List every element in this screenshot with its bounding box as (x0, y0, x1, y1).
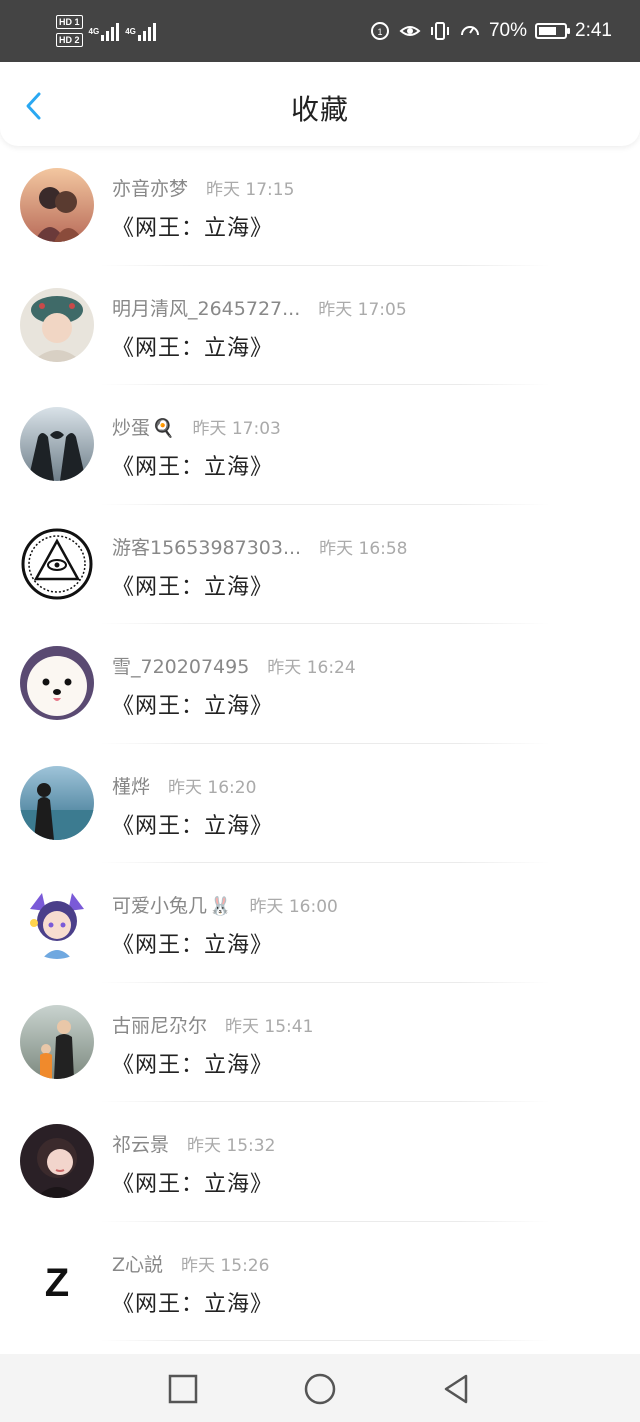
favorites-list: 亦音亦梦 昨天 17:15 《网王：立海》 明月清风_2645727... 昨天 17:… (0, 146, 640, 1341)
avatar[interactable] (20, 885, 94, 959)
favorite-row[interactable]: 炒蛋 🍳 昨天 17:03 《网王：立海》 (0, 385, 640, 505)
favorite-title[interactable]: 《网王：立海》 (112, 1166, 273, 1198)
network-type-2: 4G (125, 27, 136, 36)
row-meta: Z心説 昨天 15:26 (112, 1250, 269, 1277)
username[interactable]: Z心説 (112, 1250, 163, 1277)
favorite-row[interactable]: 明月清风_2645727... 昨天 17:05 《网王：立海》 (0, 266, 640, 385)
row-divider (100, 1340, 550, 1341)
avatar[interactable] (20, 1124, 94, 1198)
triangle-back-icon[interactable] (440, 1372, 474, 1406)
username[interactable]: 亦音亦梦 (112, 174, 188, 201)
avatar[interactable]: Z (20, 1243, 94, 1318)
favorite-row[interactable]: 祁云景 昨天 15:32 《网王：立海》 (0, 1102, 640, 1222)
row-meta: 雪_720207495 昨天 16:24 (112, 652, 356, 679)
row-meta: 祁云景 昨天 15:32 (112, 1130, 275, 1157)
favorite-row[interactable]: 亦音亦梦 昨天 17:15 《网王：立海》 (0, 146, 640, 266)
username[interactable]: 雪_720207495 (112, 652, 249, 679)
favorite-row[interactable]: 可爱小兔几 🐰 昨天 16:00 《网王：立海》 (0, 863, 640, 983)
system-nav-bar (0, 1354, 640, 1422)
battery-icon (535, 23, 571, 39)
avatar[interactable] (20, 168, 94, 242)
timestamp: 昨天 15:41 (225, 1016, 314, 1037)
favorite-title[interactable]: 《网王：立海》 (112, 808, 273, 840)
favorite-title[interactable]: 《网王：立海》 (112, 927, 273, 959)
username[interactable]: 槿烨 (112, 772, 150, 799)
timestamp: 昨天 17:05 (318, 299, 407, 320)
app-header: 收藏 (0, 62, 640, 146)
status-right: 1 70% 2:41 (369, 16, 612, 46)
signal-bars-icon (101, 21, 120, 41)
favorite-row[interactable]: 游客15653987303... 昨天 16:58 《网王：立海》 (0, 505, 640, 624)
username[interactable]: 明月清风_2645727... (112, 294, 300, 321)
favorite-row[interactable]: 古丽尼尕尔 昨天 15:41 《网王：立海》 (0, 983, 640, 1102)
favorite-title[interactable]: 《网王：立海》 (112, 330, 273, 362)
status-bar: HD 1 HD 2 4G 4G 1 70% 2:41 (0, 0, 640, 62)
page-title: 收藏 (290, 93, 349, 126)
timestamp: 昨天 15:26 (181, 1255, 270, 1276)
favorite-title[interactable]: 《网王：立海》 (112, 688, 273, 720)
row-meta: 游客15653987303... 昨天 16:58 (112, 533, 408, 560)
name-emoji: 🍳 (152, 418, 175, 439)
username[interactable]: 游客15653987303... (112, 533, 301, 560)
svg-text:1: 1 (377, 27, 382, 37)
circle-icon[interactable] (303, 1372, 337, 1406)
battery-percent: 70% (488, 20, 528, 41)
row-meta: 可爱小兔几 🐰 昨天 16:00 (112, 891, 338, 918)
signal-2: 4G (125, 21, 156, 41)
timestamp: 昨天 15:32 (187, 1136, 276, 1156)
avatar-letter: Z (45, 1261, 69, 1305)
username[interactable]: 可爱小兔几 (112, 891, 207, 918)
favorite-title[interactable]: 《网王：立海》 (112, 1286, 273, 1318)
hd2-badge: HD 2 (56, 33, 83, 47)
avatar[interactable] (20, 407, 94, 481)
square-icon[interactable] (166, 1372, 200, 1406)
username[interactable]: 祁云景 (112, 1130, 169, 1157)
favorite-row[interactable]: Z Z心説 昨天 15:26 《网王：立海》 (0, 1222, 640, 1341)
hd1-badge: HD 1 (56, 15, 83, 29)
row-meta: 炒蛋 🍳 昨天 17:03 (112, 413, 281, 440)
data-saver-icon: 1 (370, 22, 389, 40)
timestamp: 昨天 16:58 (319, 538, 408, 559)
signal-indicators: HD 1 HD 2 4G 4G (56, 12, 156, 50)
eye-icon (399, 26, 421, 36)
clock: 2:41 (575, 20, 612, 41)
timestamp: 昨天 17:15 (206, 180, 295, 200)
vibrate-icon (430, 22, 449, 40)
avatar[interactable] (20, 646, 94, 720)
favorite-title[interactable]: 《网王：立海》 (112, 449, 273, 481)
username[interactable]: 古丽尼尕尔 (112, 1011, 207, 1038)
row-meta: 槿烨 昨天 16:20 (112, 772, 256, 799)
favorite-row[interactable]: 槿烨 昨天 16:20 《网王：立海》 (0, 744, 640, 863)
row-meta: 明月清风_2645727... 昨天 17:05 (112, 294, 407, 321)
favorite-title[interactable]: 《网王：立海》 (112, 1047, 273, 1079)
avatar[interactable] (20, 287, 94, 362)
timestamp: 昨天 16:20 (168, 777, 257, 798)
network-type-1: 4G (88, 27, 100, 36)
avatar[interactable] (20, 765, 94, 840)
row-meta: 古丽尼尕尔 昨天 15:41 (112, 1011, 313, 1038)
timestamp: 昨天 17:03 (192, 419, 281, 439)
signal-bars-icon (137, 21, 156, 41)
timestamp: 昨天 16:24 (267, 658, 356, 678)
timestamp: 昨天 16:00 (249, 897, 338, 917)
avatar[interactable] (20, 526, 94, 601)
speedometer-icon (460, 26, 479, 36)
row-meta: 亦音亦梦 昨天 17:15 (112, 174, 294, 201)
favorite-title[interactable]: 《网王：立海》 (112, 569, 273, 601)
favorite-title[interactable]: 《网王：立海》 (112, 210, 273, 242)
signal-1: 4G (89, 21, 120, 41)
username[interactable]: 炒蛋 (112, 413, 150, 440)
name-emoji: 🐰 (209, 896, 232, 917)
avatar[interactable] (20, 1004, 94, 1079)
favorite-row[interactable]: 雪_720207495 昨天 16:24 《网王：立海》 (0, 624, 640, 744)
